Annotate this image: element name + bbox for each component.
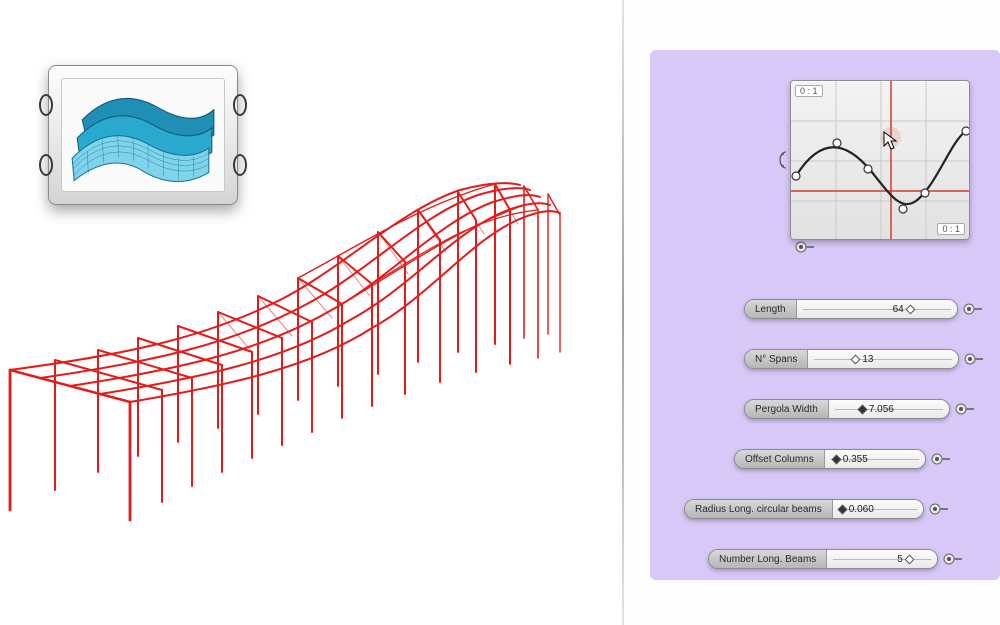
- slider-thumb-icon[interactable]: [857, 404, 867, 414]
- length-value: 64: [893, 304, 904, 315]
- pergola-structure: [0, 160, 620, 560]
- spans-slider[interactable]: N° Spans 13: [744, 349, 959, 369]
- offset-value: 0.355: [843, 454, 868, 465]
- slider-thumb-icon[interactable]: [904, 554, 914, 564]
- cursor-icon: [883, 131, 899, 156]
- slider-thumb-icon[interactable]: [905, 304, 915, 314]
- spans-value: 13: [862, 354, 873, 365]
- width-value: 7.056: [869, 404, 894, 415]
- spans-slider-row: N° Spans 13: [650, 348, 1000, 370]
- input-grip-icon[interactable]: [778, 150, 788, 170]
- grip-icon[interactable]: [233, 94, 247, 116]
- length-label: Length: [745, 300, 797, 318]
- viewport-3d[interactable]: [0, 0, 620, 625]
- radius-slider[interactable]: Radius Long. circular beams 0.060: [684, 499, 924, 519]
- nbeams-label: Number Long. Beams: [709, 550, 827, 568]
- slider-thumb-icon[interactable]: [837, 504, 847, 514]
- length-slider-row: Length 64: [650, 298, 1000, 320]
- radius-label: Radius Long. circular beams: [685, 500, 833, 518]
- offset-slider-row: Offset Columns 0.355: [650, 448, 1000, 470]
- output-grip-icon[interactable]: [794, 240, 814, 254]
- slider-thumb-icon[interactable]: [851, 354, 861, 364]
- nbeams-slider-row: Number Long. Beams 5: [650, 548, 1000, 570]
- output-grip-icon[interactable]: [928, 502, 948, 516]
- radius-value: 0.060: [849, 504, 874, 515]
- parameters-group: 0 : 1 0 : 1: [650, 50, 1000, 580]
- grip-icon[interactable]: [39, 94, 53, 116]
- width-slider[interactable]: Pergola Width 7.056: [744, 399, 950, 419]
- output-grip-icon[interactable]: [963, 352, 983, 366]
- offset-slider[interactable]: Offset Columns 0.355: [734, 449, 926, 469]
- length-slider[interactable]: Length 64: [744, 299, 958, 319]
- nbeams-value: 5: [897, 554, 903, 565]
- pane-divider[interactable]: [622, 0, 624, 625]
- nbeams-slider[interactable]: Number Long. Beams 5: [708, 549, 938, 569]
- width-slider-row: Pergola Width 7.056: [650, 398, 1000, 420]
- width-label: Pergola Width: [745, 400, 829, 418]
- spans-label: N° Spans: [745, 350, 808, 368]
- output-grip-icon[interactable]: [962, 302, 982, 316]
- graph-mapper[interactable]: 0 : 1 0 : 1: [790, 80, 970, 240]
- output-grip-icon[interactable]: [930, 452, 950, 466]
- output-grip-icon[interactable]: [954, 402, 974, 416]
- output-grip-icon[interactable]: [942, 552, 962, 566]
- radius-slider-row: Radius Long. circular beams 0.060: [650, 498, 1000, 520]
- offset-label: Offset Columns: [735, 450, 825, 468]
- slider-thumb-icon[interactable]: [831, 454, 841, 464]
